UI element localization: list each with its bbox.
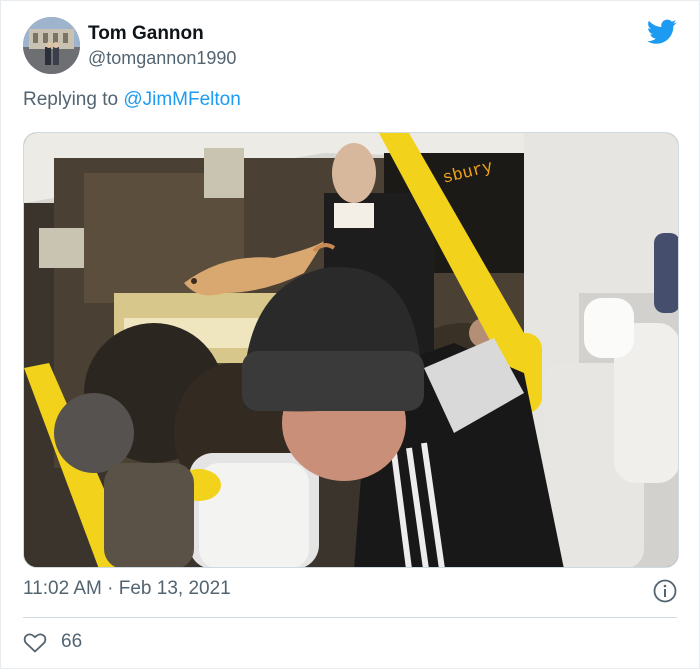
tweet-timestamp[interactable]: 11:02 AM · Feb 13, 2021 bbox=[23, 578, 231, 600]
avatar[interactable] bbox=[23, 17, 80, 74]
tweet-photo[interactable]: asl sbury bbox=[23, 132, 679, 568]
twitter-bird-icon[interactable] bbox=[647, 19, 677, 45]
tweet-header: Tom Gannon @tomgannon1990 bbox=[23, 15, 677, 77]
avatar-image bbox=[23, 17, 80, 74]
like-count: 66 bbox=[61, 631, 83, 652]
tweet-card: Tom Gannon @tomgannon1990 Replying to @J… bbox=[0, 0, 700, 669]
replying-to-label: Replying to bbox=[23, 89, 124, 110]
replying-to: Replying to @JimMFelton bbox=[23, 89, 241, 111]
photo-image: asl sbury bbox=[24, 133, 678, 567]
user-handle[interactable]: @tomgannon1990 bbox=[88, 48, 236, 69]
like-action[interactable]: 66 bbox=[23, 629, 82, 655]
divider bbox=[23, 617, 677, 618]
reply-mention-link[interactable]: @JimMFelton bbox=[123, 89, 240, 110]
user-name[interactable]: Tom Gannon bbox=[88, 23, 204, 45]
info-icon[interactable] bbox=[653, 579, 677, 603]
heart-icon[interactable] bbox=[23, 631, 47, 653]
